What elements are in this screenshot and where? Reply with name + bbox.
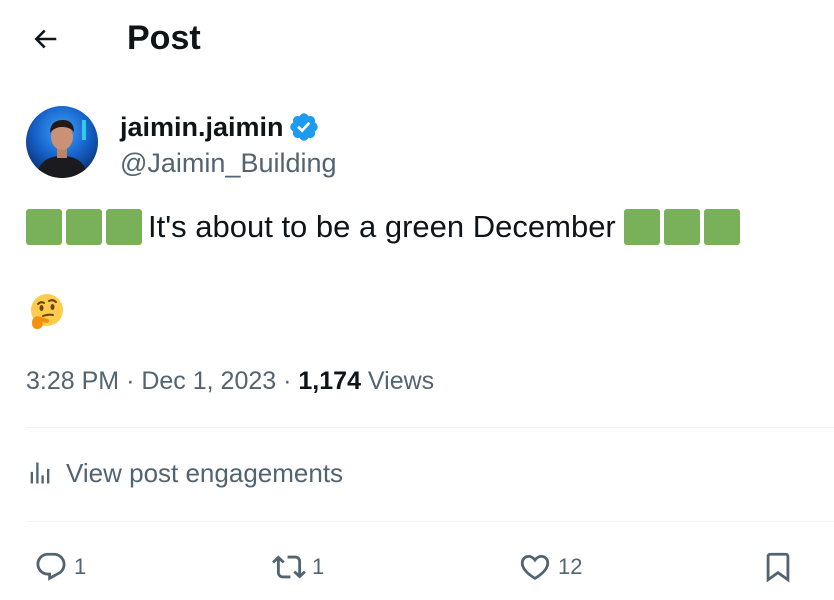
author-handle[interactable]: @Jaimin_Building	[120, 146, 337, 180]
thinking-face-emoji	[28, 293, 66, 331]
avatar[interactable]	[26, 106, 98, 178]
meta-separator: ·	[126, 367, 135, 395]
reply-count: 1	[74, 554, 87, 579]
post-date[interactable]: Dec 1, 2023	[141, 367, 276, 395]
post-time[interactable]: 3:28 PM	[26, 367, 119, 395]
divider	[26, 427, 834, 428]
bookmark-icon	[766, 552, 790, 583]
bar-chart-icon	[30, 462, 50, 484]
view-engagements-label: View post engagements	[66, 458, 344, 488]
green-square-emoji	[66, 209, 102, 245]
like-button[interactable]: 12	[518, 545, 582, 589]
reply-button[interactable]: 1	[34, 545, 86, 589]
display-name[interactable]: jaimin.jaimin	[120, 110, 284, 144]
post-author: jaimin.jaimin @Jaimin_Building	[26, 106, 726, 180]
meta-separator: ·	[283, 367, 292, 395]
reply-bubble-icon	[36, 552, 66, 581]
green-square-emojis-leading	[26, 209, 142, 245]
page-title: Post	[127, 19, 201, 57]
divider	[26, 521, 834, 522]
verified-badge-icon[interactable]	[288, 111, 320, 143]
views-count: 1,174	[298, 367, 361, 395]
heart-icon	[520, 554, 550, 580]
retweet-icon	[272, 555, 306, 579]
back-button[interactable]	[26, 20, 64, 58]
green-square-emoji	[26, 209, 62, 245]
bookmark-button[interactable]	[761, 545, 795, 589]
display-name-row: jaimin.jaimin	[120, 110, 320, 144]
green-square-emoji	[106, 209, 142, 245]
views-label: Views	[367, 367, 435, 395]
green-square-emoji	[703, 209, 740, 245]
like-count: 12	[558, 554, 583, 579]
view-engagements-link[interactable]: View post engagements	[26, 456, 343, 490]
post-text: It's about to be a green December	[26, 207, 740, 247]
arrow-left-icon	[34, 29, 57, 49]
post-text-body: It's about to be a green December	[148, 209, 616, 244]
retweet-count: 1	[312, 554, 325, 579]
green-square-emoji	[663, 209, 700, 245]
top-bar: Post	[0, 0, 834, 76]
green-square-emoji	[623, 209, 660, 245]
green-square-emojis-trailing	[623, 209, 740, 245]
post-meta: 3:28 PM · Dec 1, 2023 · 1,174 Views	[26, 364, 434, 398]
post-actions: 1 1 12	[26, 545, 806, 589]
retweet-button[interactable]: 1	[272, 545, 324, 589]
